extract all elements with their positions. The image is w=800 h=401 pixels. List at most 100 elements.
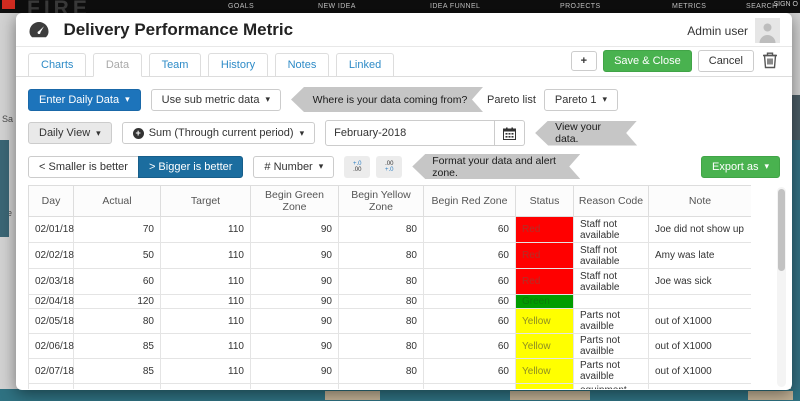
- cell[interactable]: 80: [339, 384, 424, 390]
- tab-linked[interactable]: Linked: [336, 53, 394, 77]
- cell[interactable]: Yellow: [516, 309, 574, 334]
- save-close-button[interactable]: Save & Close: [603, 50, 692, 72]
- cell[interactable]: Parts not availble: [574, 359, 649, 384]
- cell[interactable]: 80: [339, 334, 424, 359]
- cell[interactable]: 110: [161, 269, 251, 295]
- tab-team[interactable]: Team: [149, 53, 202, 77]
- nav-item-new-idea[interactable]: NEW IDEA: [318, 3, 356, 10]
- cell[interactable]: Yellow: [516, 334, 574, 359]
- cell[interactable]: 02/03/18: [29, 269, 74, 295]
- decrease-decimal-button[interactable]: .00 +.0: [376, 156, 402, 178]
- cell[interactable]: 90: [251, 269, 339, 295]
- cell[interactable]: 80: [339, 243, 424, 269]
- cell[interactable]: 90: [251, 243, 339, 269]
- cell[interactable]: Staff not available: [574, 269, 649, 295]
- cell[interactable]: 110: [161, 295, 251, 309]
- cell[interactable]: 80: [339, 269, 424, 295]
- cell[interactable]: 60: [424, 243, 516, 269]
- column-header[interactable]: Target: [161, 186, 251, 217]
- cell[interactable]: 02/07/18: [29, 359, 74, 384]
- cell[interactable]: Red: [516, 243, 574, 269]
- pareto-select[interactable]: Pareto 1: [544, 89, 618, 111]
- nav-item-idea-funnel[interactable]: IDEA FUNNEL: [430, 3, 480, 10]
- cell[interactable]: 02/05/18: [29, 309, 74, 334]
- cell[interactable]: Staff not available: [574, 217, 649, 243]
- cell[interactable]: 80: [339, 359, 424, 384]
- cell[interactable]: out of X1000: [649, 309, 752, 334]
- bigger-is-better-button[interactable]: > Bigger is better: [138, 156, 243, 178]
- add-button[interactable]: +: [571, 51, 597, 71]
- cell[interactable]: 90: [251, 309, 339, 334]
- cell[interactable]: 90: [251, 334, 339, 359]
- cell[interactable]: 70: [74, 217, 161, 243]
- column-header[interactable]: Status: [516, 186, 574, 217]
- column-header[interactable]: Begin Yellow Zone: [339, 186, 424, 217]
- cell[interactable]: Staff not available: [574, 243, 649, 269]
- calendar-button[interactable]: [495, 120, 525, 146]
- column-header[interactable]: Begin Red Zone: [424, 186, 516, 217]
- cell[interactable]: 60: [424, 217, 516, 243]
- cell[interactable]: 60: [424, 269, 516, 295]
- cell[interactable]: 02/01/18: [29, 217, 74, 243]
- cell[interactable]: 120: [74, 295, 161, 309]
- cell[interactable]: Red: [516, 217, 574, 243]
- cell[interactable]: 90: [251, 217, 339, 243]
- cell[interactable]: 60: [424, 334, 516, 359]
- number-format-select[interactable]: # Number: [253, 156, 334, 178]
- nav-item-metrics[interactable]: METRICS: [672, 3, 706, 10]
- increase-decimal-button[interactable]: +.0 .00: [344, 156, 370, 178]
- column-header[interactable]: Day: [29, 186, 74, 217]
- cell[interactable]: Parts not availble: [574, 309, 649, 334]
- cell[interactable]: Yellow: [516, 359, 574, 384]
- cell[interactable]: Joe was sick: [649, 269, 752, 295]
- cell[interactable]: 60: [424, 359, 516, 384]
- cell[interactable]: Green: [516, 295, 574, 309]
- cell[interactable]: 110: [161, 309, 251, 334]
- cell[interactable]: 02/02/18: [29, 243, 74, 269]
- cell[interactable]: 90: [251, 295, 339, 309]
- cell[interactable]: 90: [251, 359, 339, 384]
- cell[interactable]: 02/06/18: [29, 334, 74, 359]
- tab-data[interactable]: Data: [93, 53, 142, 77]
- cell[interactable]: Parts not availble: [574, 334, 649, 359]
- avatar[interactable]: [755, 18, 780, 43]
- daily-view-select[interactable]: Daily View: [28, 122, 112, 144]
- cell[interactable]: 60: [424, 295, 516, 309]
- tab-notes[interactable]: Notes: [275, 53, 330, 77]
- cell[interactable]: 90: [251, 384, 339, 390]
- cell[interactable]: 110: [161, 359, 251, 384]
- cell[interactable]: out of X1000: [649, 384, 752, 390]
- cell[interactable]: Yellow: [516, 384, 574, 390]
- vertical-scrollbar[interactable]: [777, 187, 786, 387]
- cell[interactable]: 85: [74, 359, 161, 384]
- use-sub-metric-data-button[interactable]: Use sub metric data: [151, 89, 281, 111]
- cell[interactable]: 02/04/18: [29, 295, 74, 309]
- nav-item-goals[interactable]: GOALS: [228, 3, 254, 10]
- cell[interactable]: Amy was late: [649, 243, 752, 269]
- cell[interactable]: Joe did not show up: [649, 217, 752, 243]
- cell[interactable]: equipment down: [574, 384, 649, 390]
- enter-daily-data-button[interactable]: Enter Daily Data: [28, 89, 141, 111]
- tab-charts[interactable]: Charts: [28, 53, 86, 77]
- month-input[interactable]: [325, 120, 495, 146]
- cell[interactable]: Red: [516, 269, 574, 295]
- cell[interactable]: out of X1000: [649, 334, 752, 359]
- tab-history[interactable]: History: [208, 53, 268, 77]
- cell[interactable]: 110: [161, 217, 251, 243]
- column-header[interactable]: Note: [649, 186, 752, 217]
- cell[interactable]: 80: [74, 309, 161, 334]
- column-header[interactable]: Actual: [74, 186, 161, 217]
- delete-button[interactable]: [760, 51, 780, 72]
- cell[interactable]: 80: [339, 217, 424, 243]
- nav-item-sign-out[interactable]: SIGN O: [773, 1, 798, 8]
- cell[interactable]: 80: [339, 309, 424, 334]
- cell[interactable]: 02/08/18: [29, 384, 74, 390]
- cell[interactable]: 110: [161, 243, 251, 269]
- cell[interactable]: out of X1000: [649, 359, 752, 384]
- nav-item-projects[interactable]: PROJECTS: [560, 3, 601, 10]
- cell[interactable]: 50: [74, 243, 161, 269]
- aggregation-select[interactable]: Sum (Through current period): [122, 122, 315, 144]
- export-as-button[interactable]: Export as: [701, 156, 780, 178]
- cell[interactable]: 80: [339, 295, 424, 309]
- cancel-button[interactable]: Cancel: [698, 50, 754, 72]
